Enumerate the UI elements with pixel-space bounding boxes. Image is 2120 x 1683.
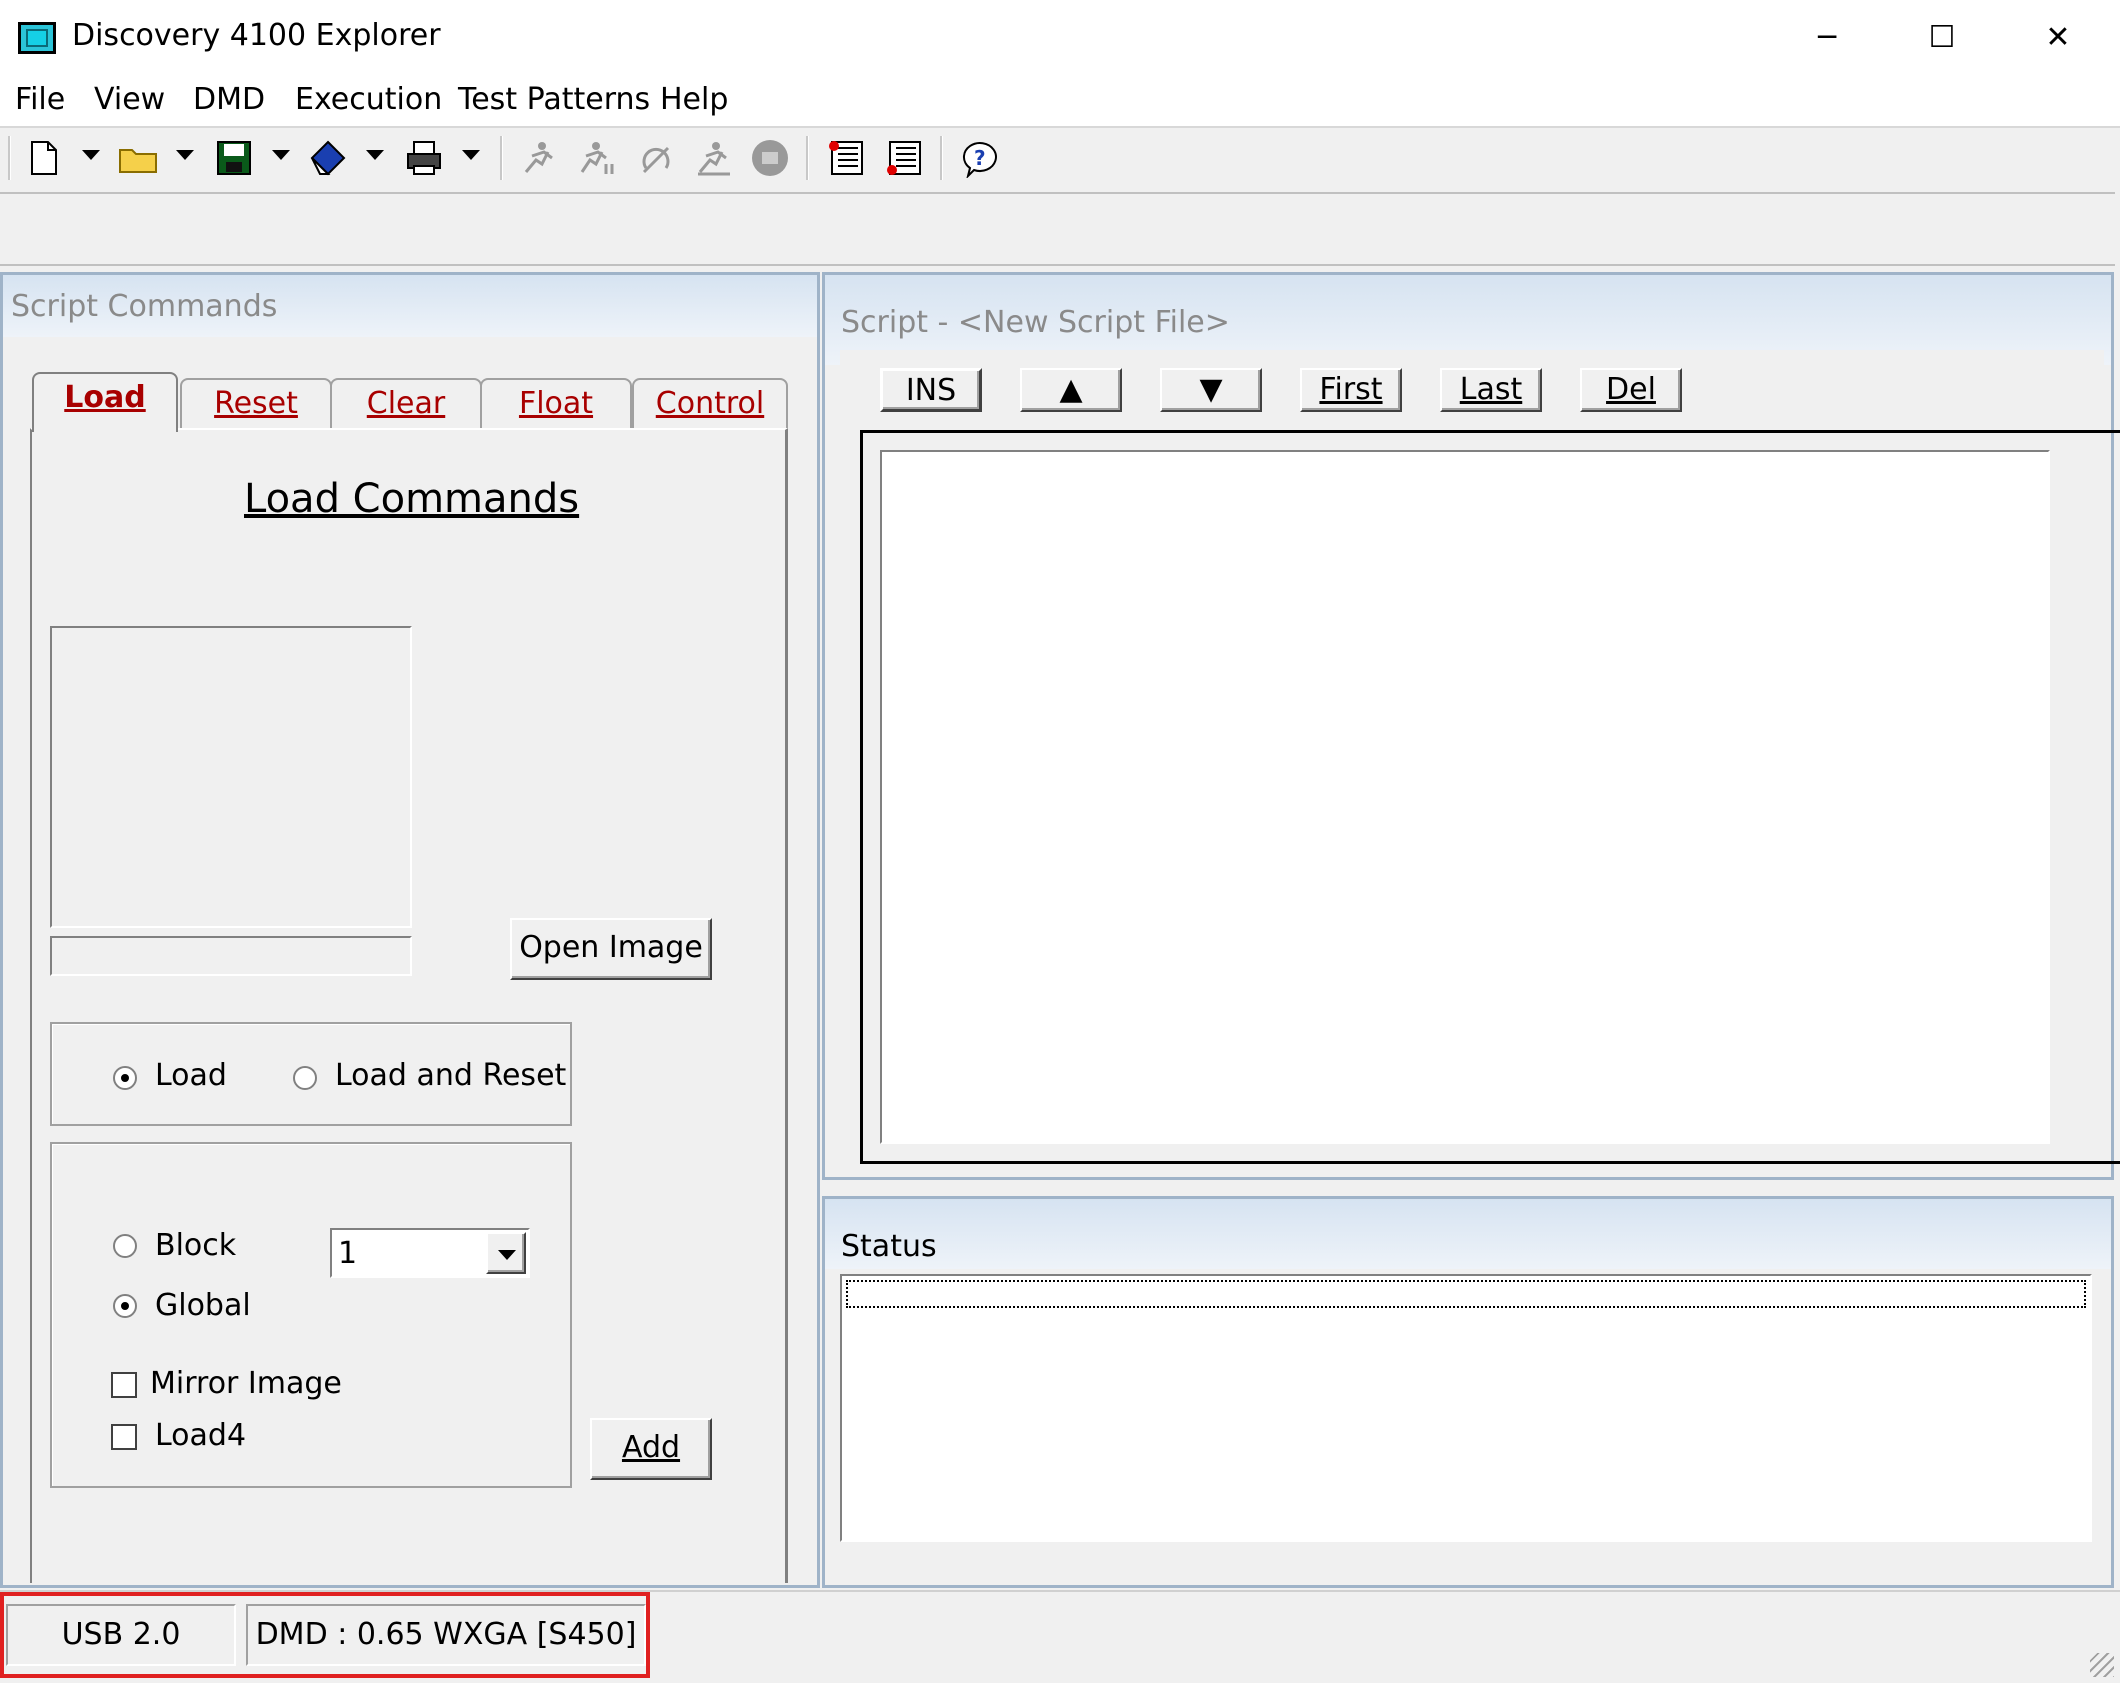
last-button[interactable]: Last xyxy=(1440,368,1542,412)
highlight-box xyxy=(0,1592,650,1678)
toolbar-separator xyxy=(8,136,11,180)
load-commands-heading: Load Commands xyxy=(244,476,580,522)
menu-dmd[interactable]: DMD xyxy=(193,82,265,117)
new-file-icon[interactable] xyxy=(24,138,64,178)
toolbar-separator xyxy=(500,136,503,180)
mirror-image-label: Mirror Image xyxy=(150,1366,342,1401)
block-select-value: 1 xyxy=(338,1236,358,1271)
save-dropdown-icon[interactable] xyxy=(272,150,290,160)
maximize-button[interactable]: ☐ xyxy=(1912,16,1972,60)
script-commands-header: Script Commands xyxy=(3,275,817,337)
svg-text:?: ? xyxy=(974,146,986,170)
tab-clear[interactable]: Clear xyxy=(330,378,482,428)
load-and-reset-radio[interactable] xyxy=(293,1066,317,1090)
menu-test-patterns[interactable]: Test Patterns xyxy=(458,82,650,117)
reset-icon[interactable] xyxy=(636,138,676,178)
stop-icon[interactable] xyxy=(750,138,790,178)
script-list-icon[interactable] xyxy=(884,138,924,178)
tab-load[interactable]: Load xyxy=(32,372,178,432)
script-commands-title: Script Commands xyxy=(11,289,278,324)
load4-checkbox[interactable] xyxy=(111,1424,137,1450)
menu-view[interactable]: View xyxy=(94,82,165,117)
print-dropdown-icon[interactable] xyxy=(462,150,480,160)
resize-grip-icon[interactable] xyxy=(2090,1653,2114,1677)
erase-dropdown-icon[interactable] xyxy=(366,150,384,160)
menu-file[interactable]: File xyxy=(15,82,65,117)
first-button[interactable]: First xyxy=(1300,368,1402,412)
toolbar-separator xyxy=(806,136,809,180)
step-icon[interactable] xyxy=(694,138,734,178)
block-select[interactable]: 1 xyxy=(330,1228,530,1278)
menu-execution[interactable]: Execution xyxy=(295,82,442,117)
print-icon[interactable] xyxy=(404,138,444,178)
status-title: Status xyxy=(841,1229,937,1264)
script-title: Script - <New Script File> xyxy=(841,305,1230,340)
delete-button[interactable]: Del xyxy=(1580,368,1682,412)
title-bar: Discovery 4100 Explorer ─ ☐ ✕ xyxy=(0,0,2120,76)
close-button[interactable]: ✕ xyxy=(2028,16,2088,60)
save-icon[interactable] xyxy=(214,138,254,178)
global-radio[interactable] xyxy=(113,1294,137,1318)
image-path-field xyxy=(50,936,412,976)
tab-reset[interactable]: Reset xyxy=(180,378,332,428)
run-icon[interactable] xyxy=(518,138,558,178)
erase-icon[interactable] xyxy=(308,138,348,178)
insert-button[interactable]: INS xyxy=(880,368,982,412)
run-step-icon[interactable] xyxy=(576,138,616,178)
open-folder-dropdown-icon[interactable] xyxy=(176,150,194,160)
move-down-button[interactable]: ▼ xyxy=(1160,368,1262,412)
status-header: Status xyxy=(825,1199,2111,1269)
tab-float[interactable]: Float xyxy=(480,378,632,428)
menu-bar: File View DMD Execution Test Patterns He… xyxy=(0,76,2120,126)
help-icon[interactable]: ? xyxy=(960,138,1000,180)
script-list[interactable] xyxy=(880,450,2050,1144)
mirror-image-checkbox[interactable] xyxy=(111,1372,137,1398)
block-radio-label: Block xyxy=(155,1228,237,1263)
toolbar-band xyxy=(0,192,2115,266)
open-image-button[interactable]: Open Image xyxy=(510,918,712,980)
minimize-button[interactable]: ─ xyxy=(1797,16,1857,60)
load-radio[interactable] xyxy=(113,1066,137,1090)
add-button[interactable]: Add xyxy=(590,1418,712,1480)
toolbar: ? xyxy=(0,126,2120,192)
status-log-focus-row xyxy=(846,1280,2086,1308)
load-and-reset-label: Load and Reset xyxy=(335,1058,567,1093)
app-icon xyxy=(18,22,56,54)
load-radio-label: Load xyxy=(155,1058,227,1093)
toolbar-separator xyxy=(940,136,943,180)
move-up-button[interactable]: ▲ xyxy=(1020,368,1122,412)
script-red-icon[interactable] xyxy=(826,138,866,178)
window-title: Discovery 4100 Explorer xyxy=(72,18,441,53)
menu-help[interactable]: Help xyxy=(660,82,728,117)
global-radio-label: Global xyxy=(155,1288,251,1323)
open-folder-icon[interactable] xyxy=(118,138,158,178)
status-log[interactable] xyxy=(840,1274,2092,1542)
chevron-down-icon[interactable] xyxy=(486,1232,526,1274)
load4-label: Load4 xyxy=(155,1418,247,1453)
image-preview xyxy=(50,626,412,928)
tab-control[interactable]: Control xyxy=(632,378,788,428)
new-file-dropdown-icon[interactable] xyxy=(82,150,100,160)
block-radio[interactable] xyxy=(113,1234,137,1258)
